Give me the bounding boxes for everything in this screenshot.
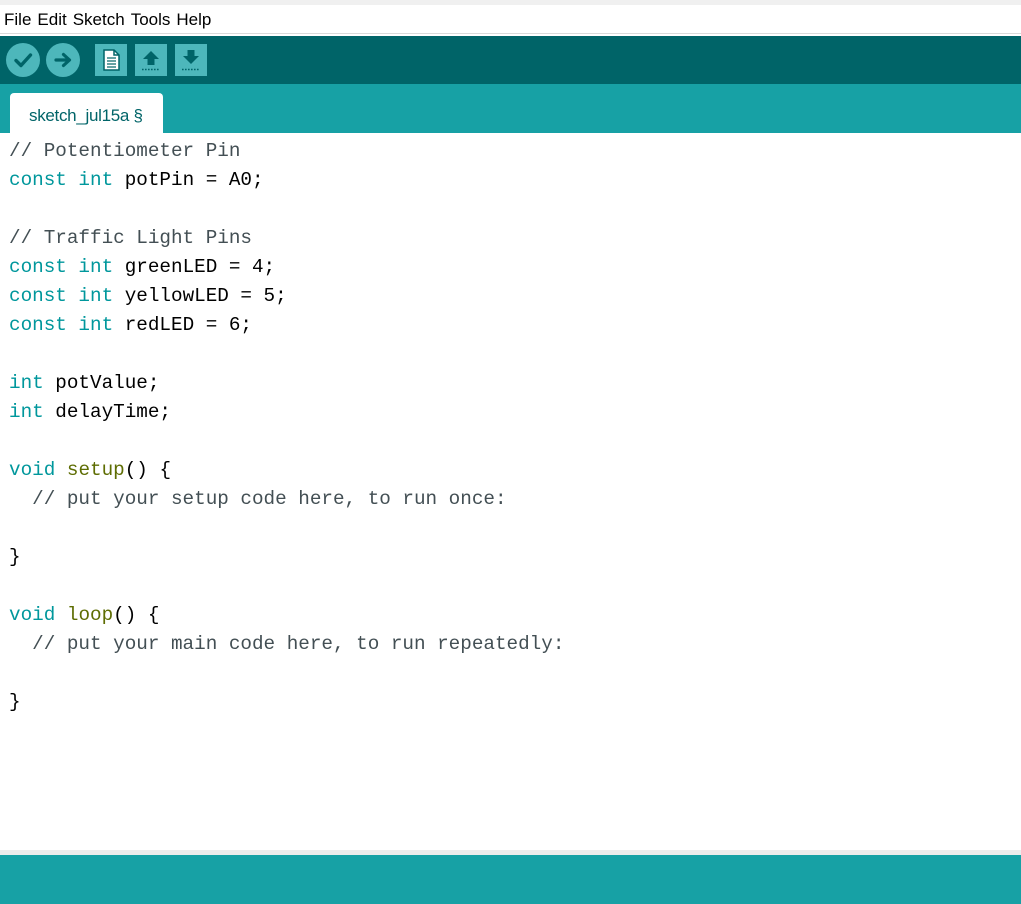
code-text: redLED = 6; [113, 314, 252, 336]
menu-file[interactable]: File [0, 5, 34, 34]
code-line: // Potentiometer Pin [9, 140, 241, 162]
menu-edit[interactable]: Edit [34, 5, 69, 34]
code-text: potValue; [43, 372, 160, 394]
code-text: () { [113, 604, 160, 626]
code-keyword: int [9, 372, 44, 394]
check-icon [14, 53, 33, 68]
code-keyword: const int [9, 169, 114, 191]
code-text: yellowLED = 5; [113, 285, 287, 307]
code-line: const int potPin = A0; [9, 166, 264, 195]
tab-label: sketch_jul15a § [29, 106, 143, 125]
code-line: // put your main code here, to run repea… [9, 633, 565, 655]
code-line: void setup() { [9, 456, 171, 485]
menu-tools[interactable]: Tools [128, 5, 174, 34]
status-bar [0, 855, 1021, 904]
code-line: int delayTime; [9, 398, 171, 427]
code-line: void loop() { [9, 601, 159, 630]
code-line: // put your setup code here, to run once… [9, 488, 507, 510]
code-line: const int greenLED = 4; [9, 253, 275, 282]
code-text: greenLED = 4; [113, 256, 276, 278]
code-line: } [9, 546, 21, 568]
open-button[interactable] [135, 44, 167, 76]
arrow-right-icon [54, 52, 72, 68]
code-line: int potValue; [9, 369, 159, 398]
code-keyword: const int [9, 285, 114, 307]
code-line: const int yellowLED = 5; [9, 282, 287, 311]
code-text: () { [124, 459, 172, 481]
code-keyword: const int [9, 256, 114, 278]
code-line: // Traffic Light Pins [9, 227, 252, 249]
tab-bar: sketch_jul15a § [0, 84, 1021, 133]
arrow-up-icon [142, 51, 160, 71]
arrow-down-icon [182, 50, 200, 71]
code-keyword: const int [9, 314, 114, 336]
code-keyword: void [9, 459, 56, 481]
code-keyword: void [9, 604, 56, 626]
tab-sketch[interactable]: sketch_jul15a § [10, 93, 163, 133]
menu-bar: File Edit Sketch Tools Help [0, 5, 1021, 34]
menu-help[interactable]: Help [173, 5, 214, 34]
verify-button[interactable] [6, 43, 40, 77]
code-line: const int redLED = 6; [9, 311, 252, 340]
code-editor[interactable]: // Potentiometer Pin const int potPin = … [0, 133, 1021, 850]
code-function: setup [66, 459, 125, 481]
upload-button[interactable] [46, 43, 80, 77]
code-text: potPin = A0; [113, 169, 264, 191]
code-keyword: int [9, 401, 44, 423]
code-text: delayTime; [43, 401, 171, 423]
document-icon [103, 49, 120, 71]
code-line: } [9, 691, 21, 713]
new-button[interactable] [95, 44, 127, 76]
save-button[interactable] [175, 44, 207, 76]
toolbar [0, 36, 1021, 84]
code-function: loop [66, 604, 114, 626]
menu-sketch[interactable]: Sketch [70, 5, 128, 34]
